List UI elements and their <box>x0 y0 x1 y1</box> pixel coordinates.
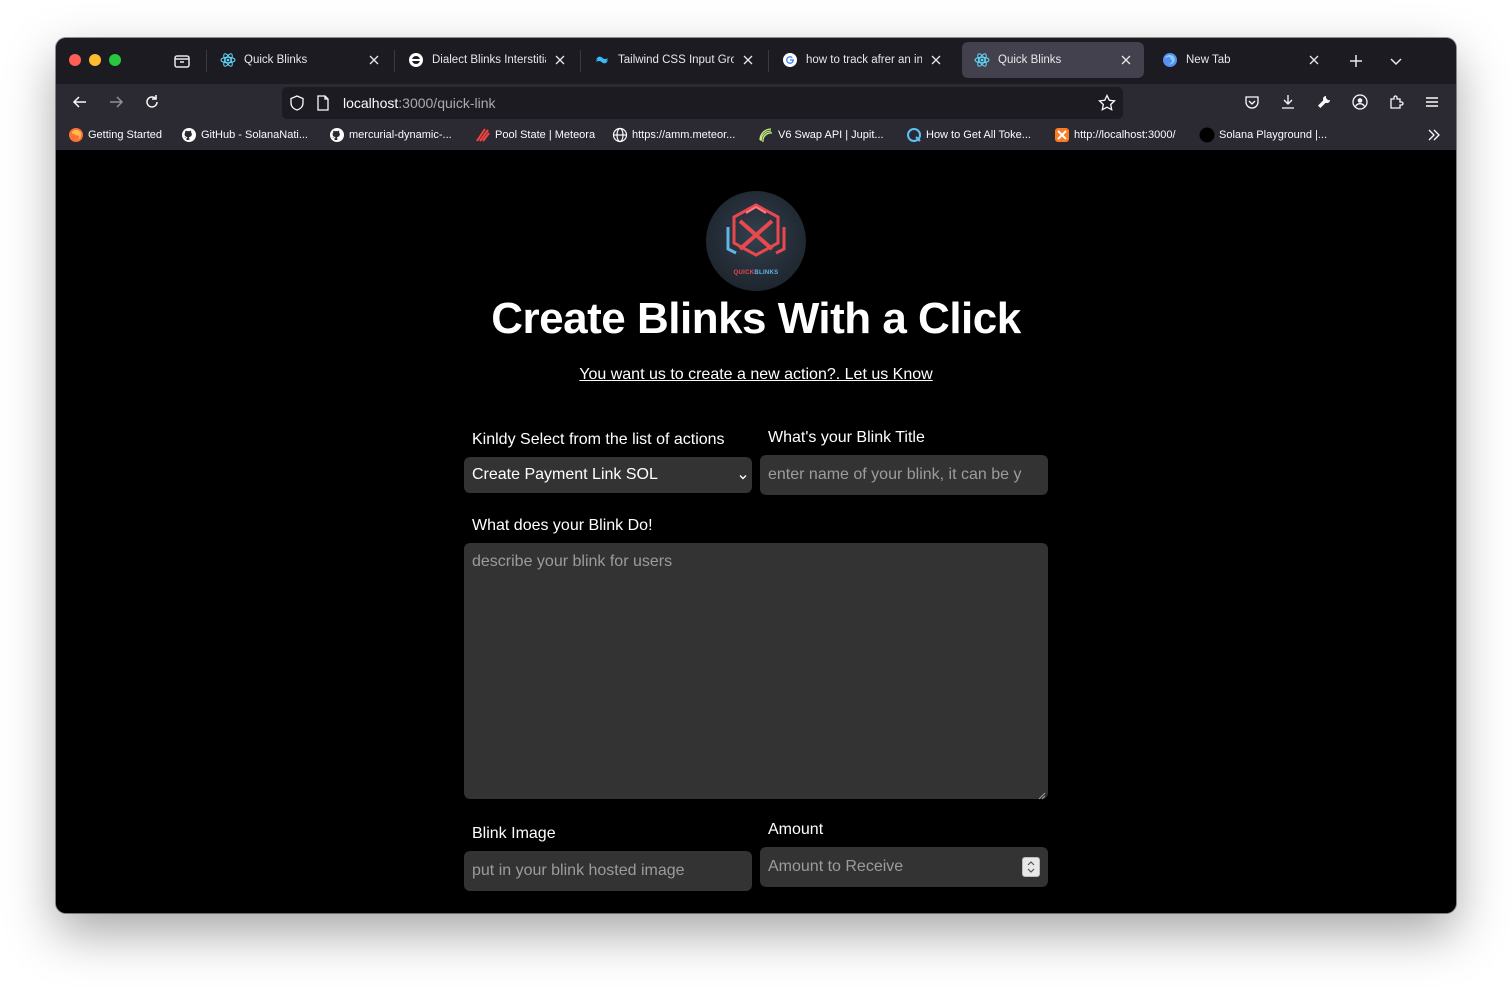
number-spinner-icon[interactable] <box>1022 857 1040 877</box>
github-icon <box>181 127 197 143</box>
pocket-icon[interactable] <box>1242 92 1262 112</box>
navigation-toolbar: localhost:3000/quick-link <box>56 84 1456 120</box>
new-tab-plus-icon[interactable] <box>1346 51 1366 71</box>
bookmark-label: http://localhost:3000/ <box>1074 129 1176 141</box>
bookmark-localhost[interactable]: http://localhost:3000/ <box>1054 126 1176 144</box>
amount-input[interactable]: Amount to Receive <box>760 847 1048 887</box>
tab-tailwind[interactable]: Tailwind CSS Input Grou <box>582 42 766 78</box>
blink-description-label: What does your Blink Do! <box>472 517 653 534</box>
close-tab-icon[interactable] <box>366 52 382 68</box>
close-tab-icon[interactable] <box>552 52 568 68</box>
action-select-value: Create Payment Link SOL <box>472 466 658 483</box>
tab-title: Quick Blinks <box>244 54 308 66</box>
tailwind-icon <box>594 52 610 68</box>
bookmark-star-icon[interactable] <box>1098 93 1116 117</box>
firefox-icon <box>1162 52 1178 68</box>
url-bar[interactable]: localhost:3000/quick-link <box>282 87 1123 119</box>
bookmark-label: https://amm.meteor... <box>632 129 736 141</box>
page-title: Create Blinks With a Click <box>491 294 1021 343</box>
quicknode-icon <box>906 127 922 143</box>
blink-image-placeholder: put in your blink hosted image <box>472 862 685 879</box>
page-content: QUICKBLINKS Create Blinks With a Click Y… <box>56 150 1456 913</box>
bookmark-getting-started[interactable]: Getting Started <box>68 126 162 144</box>
tab-quick-blinks-active[interactable]: Quick Blinks <box>962 42 1144 78</box>
bookmark-jupiter-swap-api[interactable]: V6 Swap API | Jupit... <box>758 126 884 144</box>
menu-hamburger-icon[interactable] <box>1422 92 1442 112</box>
action-select-label: Kinldy Select from the list of actions <box>472 431 725 448</box>
reload-icon[interactable] <box>142 92 162 112</box>
more-bookmarks-chevron-icon[interactable] <box>1426 126 1442 144</box>
tracking-protection-shield-icon[interactable] <box>289 95 305 116</box>
tab-google-search[interactable]: how to track afrer an inpu <box>770 42 954 78</box>
xampp-icon <box>1054 127 1070 143</box>
bookmarks-toolbar: Getting Started GitHub - SolanaNati... m… <box>56 120 1456 150</box>
close-tab-icon[interactable] <box>928 52 944 68</box>
account-icon[interactable] <box>1350 92 1370 112</box>
blink-title-input[interactable]: enter name of your blink, it can be y <box>760 455 1048 495</box>
tab-dialect-blinks[interactable]: Dialect Blinks Interstitial <box>396 42 578 78</box>
bookmark-label: Solana Playground |... <box>1219 129 1328 141</box>
dialect-icon <box>408 52 424 68</box>
blink-image-input[interactable]: put in your blink hosted image <box>464 851 752 891</box>
jupiter-icon <box>758 127 774 143</box>
tab-title: Tailwind CSS Input Grou <box>618 54 734 66</box>
amount-placeholder: Amount to Receive <box>768 858 904 875</box>
close-window-button[interactable] <box>69 54 81 66</box>
bookmark-solana-playground[interactable]: Solana Playground |... <box>1199 126 1327 144</box>
solana-playground-icon <box>1199 127 1215 143</box>
bookmark-label: Pool State | Meteora <box>495 129 596 141</box>
tab-strip: Quick Blinks Dialect Blinks Interstitial… <box>56 38 1456 84</box>
tab-title: how to track afrer an inpu <box>806 54 922 66</box>
extensions-puzzle-icon[interactable] <box>1386 92 1406 112</box>
tab-quick-blinks[interactable]: Quick Blinks <box>208 42 392 78</box>
developer-tools-wrench-icon[interactable] <box>1314 92 1334 112</box>
back-arrow-icon[interactable] <box>70 92 90 112</box>
url-text[interactable]: localhost:3000/quick-link <box>343 95 496 111</box>
bookmark-label: mercurial-dynamic-... <box>349 129 452 141</box>
quickblinks-logo: QUICKBLINKS <box>706 191 806 291</box>
bookmark-quicknode-tokens[interactable]: How to Get All Toke... <box>906 126 1031 144</box>
react-icon <box>974 52 990 68</box>
chevron-down-icon <box>738 469 748 480</box>
react-icon <box>220 52 236 68</box>
browser-window: Quick Blinks Dialect Blinks Interstitial… <box>56 38 1456 913</box>
blink-title-label: What's your Blink Title <box>768 429 925 446</box>
blink-description-textarea[interactable]: describe your blink for users <box>464 543 1048 800</box>
blink-image-label: Blink Image <box>472 825 556 842</box>
resize-handle-icon[interactable] <box>1036 787 1046 800</box>
firefox-icon <box>68 127 84 143</box>
globe-icon <box>612 127 628 143</box>
tab-overview-icon[interactable] <box>172 51 192 71</box>
page-info-icon[interactable] <box>316 95 330 116</box>
bookmark-label: Getting Started <box>88 129 162 141</box>
bookmark-mercurial[interactable]: mercurial-dynamic-... <box>329 126 452 144</box>
amount-label: Amount <box>768 821 824 838</box>
request-action-link[interactable]: You want us to create a new action?. Let… <box>56 366 1456 384</box>
meteora-icon <box>475 127 491 143</box>
downloads-icon[interactable] <box>1278 92 1298 112</box>
github-icon <box>329 127 345 143</box>
maximize-window-button[interactable] <box>109 54 121 66</box>
google-icon <box>782 52 798 68</box>
bookmark-label: V6 Swap API | Jupit... <box>778 129 884 141</box>
bookmark-label: GitHub - SolanaNati... <box>201 129 308 141</box>
action-select[interactable]: Create Payment Link SOL <box>464 457 752 493</box>
tab-title: Quick Blinks <box>998 54 1062 66</box>
close-tab-icon[interactable] <box>1306 52 1322 68</box>
bookmark-amm-meteora[interactable]: https://amm.meteor... <box>612 126 735 144</box>
bookmark-label: How to Get All Toke... <box>926 129 1031 141</box>
bookmark-pool-state-meteora[interactable]: Pool State | Meteora <box>475 126 595 144</box>
close-tab-icon[interactable] <box>1118 52 1134 68</box>
tab-title: Dialect Blinks Interstitial <box>432 54 546 66</box>
list-all-tabs-chevron-icon[interactable] <box>1386 51 1406 71</box>
forward-arrow-icon[interactable] <box>106 92 126 112</box>
bookmark-github-solana[interactable]: GitHub - SolanaNati... <box>181 126 308 144</box>
blink-description-placeholder: describe your blink for users <box>472 553 673 570</box>
tab-new-tab[interactable]: New Tab <box>1150 42 1332 78</box>
close-tab-icon[interactable] <box>740 52 756 68</box>
tab-title: New Tab <box>1186 54 1231 66</box>
logo-wordmark: QUICKBLINKS <box>733 270 779 276</box>
minimize-window-button[interactable] <box>89 54 101 66</box>
blink-title-placeholder: enter name of your blink, it can be y <box>768 466 1022 483</box>
